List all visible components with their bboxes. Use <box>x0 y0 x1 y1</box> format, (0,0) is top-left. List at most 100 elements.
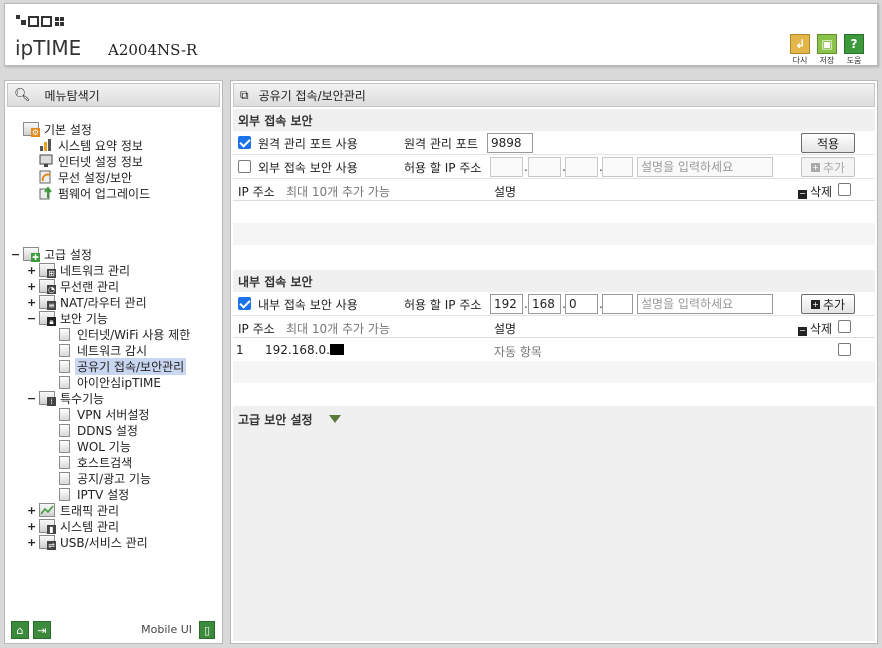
apply-button[interactable]: 적용 <box>801 133 855 153</box>
sidebar-footer: ⌂ ⇥ Mobile UI ▯ <box>5 617 222 643</box>
internal-empty-row <box>233 383 875 405</box>
tree-group-special[interactable]: − ⁞ 특수기능 <box>27 390 106 406</box>
internal-ip-octet-3[interactable] <box>565 294 598 314</box>
external-add-button[interactable]: + 추가 <box>801 157 855 177</box>
page-icon <box>59 359 70 373</box>
external-empty-row <box>233 201 875 223</box>
tree-item-internet-info[interactable]: 인터넷 설정 정보 <box>39 153 145 169</box>
main-panel: ⧉ 공유기 접속/보안관리 외부 접속 보안 원격 관리 포트 사용 원격 관리… <box>230 80 878 644</box>
tree-item-notice-ad[interactable]: 공지/광고 기능 <box>57 470 153 486</box>
external-delete-all: − 삭제 <box>798 185 833 199</box>
tree-item-firmware-upgrade[interactable]: 펌웨어 업그레이드 <box>39 185 152 201</box>
tree-item-vpn-server[interactable]: VPN 서버설정 <box>57 406 151 422</box>
tree-group-wireless[interactable]: + ◔ 무선랜 관리 <box>27 278 121 294</box>
internal-security-checkbox[interactable] <box>238 297 251 310</box>
page-icon <box>59 471 70 485</box>
window-icon: ⧉ <box>240 87 249 102</box>
internal-empty-row <box>233 361 875 383</box>
remote-port-checkbox-label: 원격 관리 포트 사용 <box>258 137 358 151</box>
logout-icon[interactable]: ⇥ <box>33 621 51 639</box>
internal-ip-octet-4[interactable] <box>602 294 633 314</box>
page-icon <box>59 327 70 341</box>
internal-desc-input[interactable] <box>637 294 773 314</box>
internal-add-button[interactable]: + 추가 <box>801 294 855 314</box>
save-button[interactable]: ▣ 저장 <box>814 34 840 66</box>
tree-group-traffic[interactable]: + 트래픽 관리 <box>27 502 121 518</box>
page-icon <box>59 439 70 453</box>
wifi-icon <box>39 170 53 184</box>
app-header: ipTIME A2004NS-R ↲ 다시 ▣ 저장 ? 도움 <box>4 3 878 66</box>
page-icon <box>59 455 70 469</box>
page-icon <box>59 423 70 437</box>
plus-icon: + <box>810 299 820 309</box>
refresh-icon: ↲ <box>790 34 810 54</box>
advanced-security-section: 고급 보안 설정 <box>233 406 875 641</box>
network-folder-icon: ⊞ <box>39 263 56 278</box>
traffic-graph-icon <box>39 503 55 517</box>
minus-icon: − <box>798 189 807 199</box>
mobile-ui-link[interactable]: Mobile UI <box>141 623 192 636</box>
tree-item-router-access-security[interactable]: 공유기 접속/보안관리 <box>57 357 187 375</box>
tree-item-ddns[interactable]: DDNS 설정 <box>57 422 140 438</box>
usb-icon: ⇌ <box>39 535 56 550</box>
external-ip-octet-3[interactable] <box>565 157 598 177</box>
advanced-security-toggle[interactable]: 고급 보안 설정 <box>238 411 313 428</box>
iptime-logo-dots-icon <box>16 15 64 27</box>
external-security-checkbox-label: 외부 접속 보안 사용 <box>258 161 358 175</box>
tree-group-network[interactable]: + ⊞ 네트워크 관리 <box>27 262 132 278</box>
external-section-header: 외부 접속 보안 <box>233 109 875 131</box>
refresh-button[interactable]: ↲ 다시 <box>787 34 813 66</box>
page-title-bar: ⧉ 공유기 접속/보안관리 <box>233 83 875 107</box>
external-desc-input[interactable] <box>637 157 773 177</box>
page-icon <box>59 407 70 421</box>
tree-item-host-search[interactable]: 호스트검색 <box>57 454 134 470</box>
remote-port-input[interactable] <box>487 133 533 153</box>
tree-advanced-settings[interactable]: − ✚ 고급 설정 <box>11 246 94 262</box>
external-empty-row <box>233 245 875 267</box>
row-delete-checkbox[interactable] <box>838 343 851 356</box>
external-allow-ip-label: 허용 할 IP 주소 <box>404 161 482 175</box>
tree-basic-settings[interactable]: ⚙ 기본 설정 <box>23 121 94 137</box>
tree-group-usb-service[interactable]: + ⇌ USB/서비스 관리 <box>27 534 150 550</box>
external-ip-octet-1[interactable] <box>490 157 523 177</box>
triangle-down-icon[interactable] <box>329 415 341 423</box>
lock-folder-icon: 🔒︎ <box>39 311 56 326</box>
table-row: 1 192.168.0. 자동 항목 <box>233 339 875 361</box>
external-delete-all-checkbox[interactable] <box>838 183 851 196</box>
help-icon: ? <box>844 34 864 54</box>
tree-item-wireless-security[interactable]: 무선 설정/보안 <box>39 169 134 185</box>
remote-port-row: 원격 관리 포트 사용 원격 관리 포트 적용 <box>233 131 875 155</box>
help-button[interactable]: ? 도움 <box>841 34 867 66</box>
special-folder-icon: ⁞ <box>39 391 56 406</box>
tree-item-system-summary[interactable]: 시스템 요약 정보 <box>39 137 145 153</box>
menu-explorer-title: 🔍︎ 메뉴탐색기 <box>7 83 220 107</box>
router-folder-icon: ≡ <box>39 295 56 310</box>
minus-icon: − <box>798 326 807 336</box>
external-empty-row <box>233 223 875 245</box>
tree-item-wol[interactable]: WOL 기능 <box>57 438 133 454</box>
redacted-block <box>329 344 344 355</box>
external-ip-octet-2[interactable] <box>528 157 561 177</box>
tree-item-iansim-iptime[interactable]: 아이안심ipTIME <box>57 374 163 390</box>
external-security-checkbox[interactable] <box>238 160 251 173</box>
internal-delete-all-checkbox[interactable] <box>838 320 851 333</box>
tree-item-iptv[interactable]: IPTV 설정 <box>57 486 131 502</box>
folder-icon: ⚙ <box>23 122 40 137</box>
tree-item-network-monitor[interactable]: 네트워크 감시 <box>57 342 149 358</box>
router-model: A2004NS-R <box>108 41 198 59</box>
internal-allow-ip-label: 허용 할 IP 주소 <box>404 298 482 312</box>
upgrade-arrow-icon <box>39 186 53 200</box>
wifi-folder-icon: ◔ <box>39 279 56 294</box>
tree-group-nat-router[interactable]: + ≡ NAT/라우터 관리 <box>27 294 149 310</box>
remote-port-checkbox[interactable] <box>238 136 251 149</box>
external-ip-octet-4[interactable] <box>602 157 633 177</box>
system-chart-icon: ▮ <box>39 519 56 534</box>
tree-item-internet-wifi-limit[interactable]: 인터넷/WiFi 사용 제한 <box>57 326 192 342</box>
internal-ip-octet-2[interactable] <box>528 294 561 314</box>
tree-group-security[interactable]: − 🔒︎ 보안 기능 <box>27 310 110 326</box>
external-security-row: 외부 접속 보안 사용 허용 할 IP 주소 . . . +추가 <box>233 155 875 179</box>
home-icon[interactable]: ⌂ <box>11 621 29 639</box>
internal-ip-octet-1[interactable] <box>490 294 523 314</box>
tree-group-system[interactable]: + ▮ 시스템 관리 <box>27 518 121 534</box>
mobile-phone-icon[interactable]: ▯ <box>199 621 215 639</box>
